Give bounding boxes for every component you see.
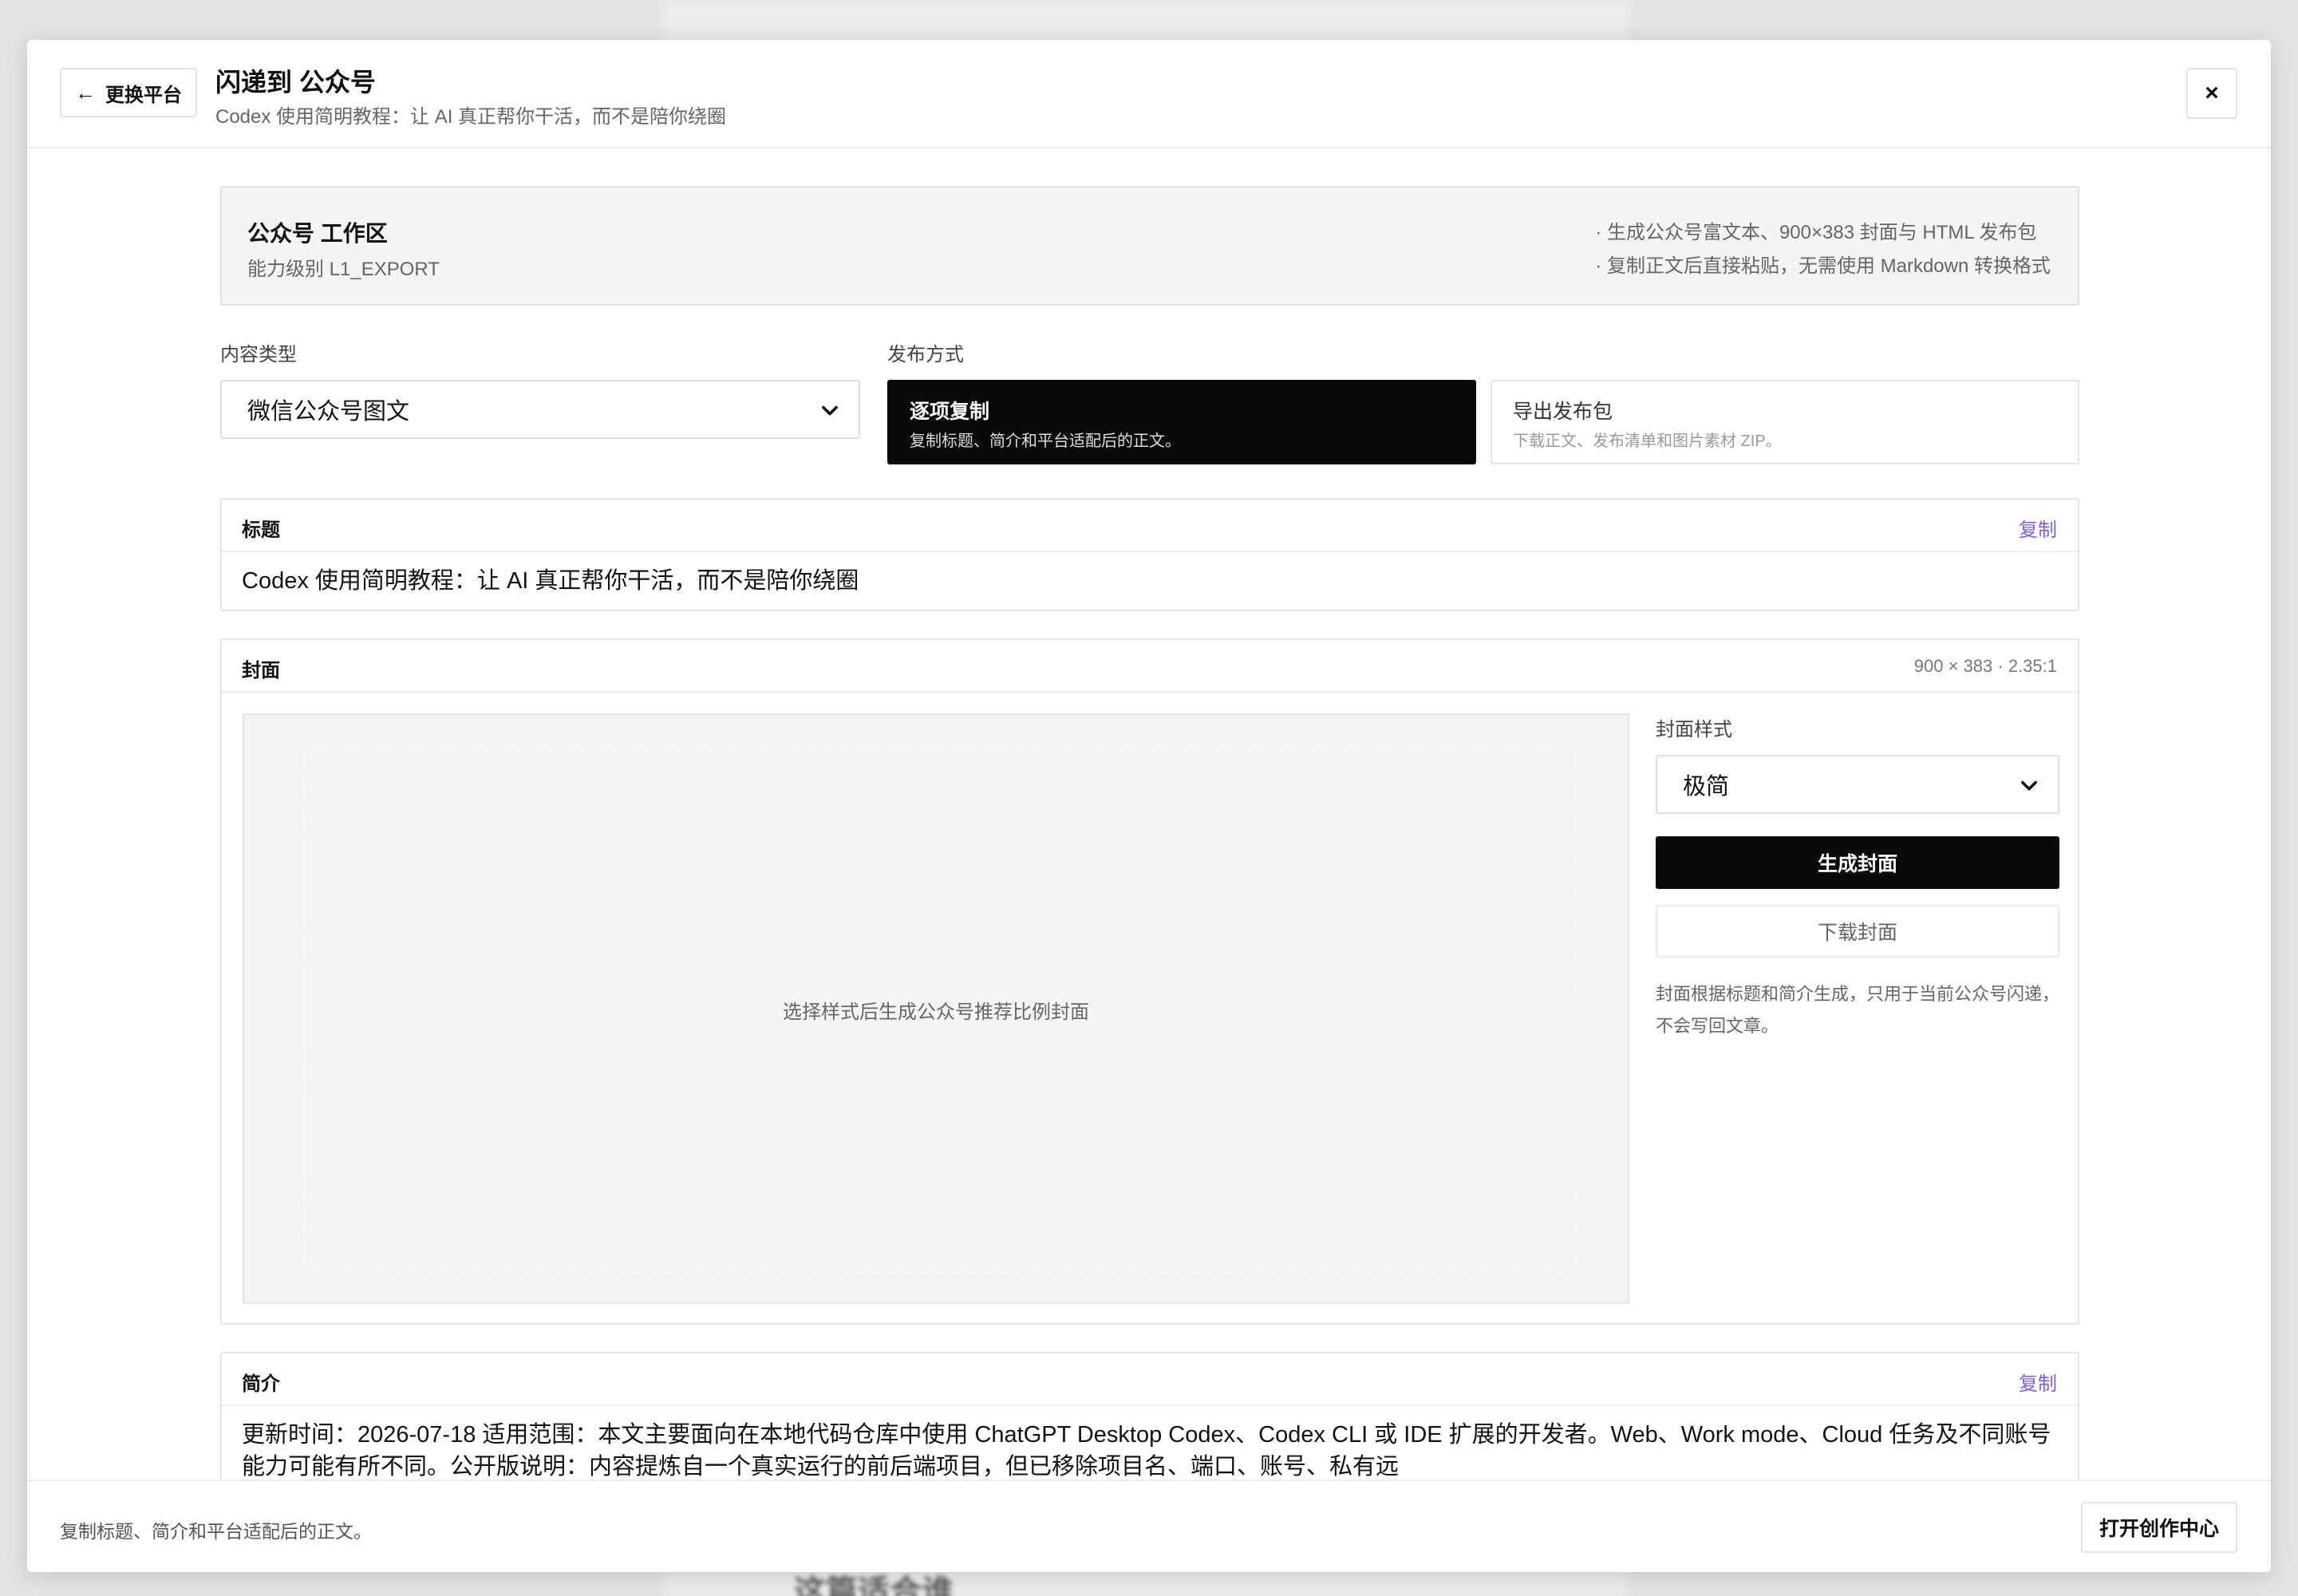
option-title: 逐项复制 — [910, 401, 990, 423]
change-platform-button[interactable]: ← 更换平台 — [60, 68, 197, 117]
title-panel-header: 标题 复制 — [222, 500, 2078, 552]
cover-panel-header: 封面 900 × 383 · 2.35:1 — [222, 640, 2078, 693]
cover-placeholder: 选择样式后生成公众号推荐比例封面 — [783, 1001, 1089, 1023]
generate-cover-button[interactable]: 生成封面 — [1656, 836, 2059, 889]
cover-style-select[interactable]: 极简 — [1656, 755, 2059, 814]
title-panel-label: 标题 — [242, 519, 280, 541]
cover-style-value: 极简 — [1683, 774, 1730, 800]
option-description: 下载正文、发布清单和图片素材 ZIP。 — [1513, 433, 1782, 450]
modal-body[interactable]: 公众号 工作区 能力级别 L1_EXPORT · 生成公众号富文本、900×38… — [27, 148, 2271, 1479]
content-type-select[interactable]: 微信公众号图文 — [220, 380, 860, 439]
change-platform-label: 更换平台 — [105, 84, 182, 106]
close-button[interactable]: × — [2186, 68, 2237, 119]
publish-modal: ← 更换平台 闪递到 公众号 Codex 使用简明教程：让 AI 真正帮你干活，… — [27, 40, 2271, 1572]
option-description: 复制标题、简介和平台适配后的正文。 — [910, 433, 1181, 450]
cover-preview: 选择样式后生成公众号推荐比例封面 — [243, 713, 1629, 1304]
chevron-down-icon — [822, 405, 838, 416]
content-type-label: 内容类型 — [220, 344, 297, 365]
close-icon: × — [2205, 80, 2219, 106]
option-copy-items[interactable]: 逐项复制 复制标题、简介和平台适配后的正文。 — [887, 380, 1476, 464]
copy-title-button[interactable]: 复制 — [2019, 514, 2057, 542]
cover-panel: 封面 900 × 383 · 2.35:1 选择样式后生成公众号推荐比例封面 封… — [220, 638, 2079, 1325]
title-panel: 标题 复制 Codex 使用简明教程：让 AI 真正帮你干活，而不是陪你绕圈 — [220, 498, 2079, 611]
summary-panel-header: 简介 复制 — [222, 1353, 2078, 1406]
download-cover-button[interactable]: 下载封面 — [1656, 905, 2059, 958]
cover-panel-label: 封面 — [242, 660, 280, 681]
publish-method-label: 发布方式 — [887, 344, 964, 365]
modal-subtitle: Codex 使用简明教程：让 AI 真正帮你干活，而不是陪你绕圈 — [215, 106, 727, 128]
content-type-value: 微信公众号图文 — [247, 399, 410, 425]
modal-footer: 复制标题、简介和平台适配后的正文。 打开创作中心 — [27, 1479, 2271, 1572]
modal-title: 闪递到 公众号 — [215, 68, 376, 97]
summary-panel: 简介 复制 更新时间：2026-07-18 适用范围：本文主要面向在本地代码仓库… — [220, 1352, 2079, 1479]
workspace-card: 公众号 工作区 能力级别 L1_EXPORT · 生成公众号富文本、900×38… — [220, 186, 2079, 306]
option-export-package[interactable]: 导出发布包 下载正文、发布清单和图片素材 ZIP。 — [1491, 380, 2079, 464]
footer-hint: 复制标题、简介和平台适配后的正文。 — [60, 1521, 372, 1542]
cover-style-label: 封面样式 — [1656, 719, 1732, 741]
workspace-note: · 生成公众号富文本、900×383 封面与 HTML 发布包 — [1595, 222, 2037, 243]
cover-dimensions: 900 × 383 · 2.35:1 — [1913, 656, 2057, 676]
workspace-notes: · 生成公众号富文本、900×383 封面与 HTML 发布包 · 复制正文后直… — [1595, 216, 2051, 283]
workspace-title: 公众号 工作区 — [247, 221, 388, 246]
option-title: 导出发布包 — [1513, 401, 1613, 423]
capability-level: 能力级别 L1_EXPORT — [247, 259, 440, 280]
summary-value: 更新时间：2026-07-18 适用范围：本文主要面向在本地代码仓库中使用 Ch… — [242, 1422, 2051, 1479]
arrow-left-icon: ← — [75, 80, 96, 105]
cover-note: 封面根据标题和简介生成，只用于当前公众号闪递，不会写回文章。 — [1656, 984, 2060, 1036]
title-value: Codex 使用简明教程：让 AI 真正帮你干活，而不是陪你绕圈 — [242, 568, 859, 594]
modal-header: ← 更换平台 闪递到 公众号 Codex 使用简明教程：让 AI 真正帮你干活，… — [27, 40, 2271, 148]
chevron-down-icon — [2021, 780, 2037, 791]
workspace-note: · 复制正文后直接粘贴，无需使用 Markdown 转换格式 — [1595, 255, 2051, 277]
copy-summary-button[interactable]: 复制 — [2019, 1368, 2057, 1396]
open-creator-center-button[interactable]: 打开创作中心 — [2081, 1502, 2237, 1553]
summary-panel-label: 简介 — [242, 1373, 280, 1395]
